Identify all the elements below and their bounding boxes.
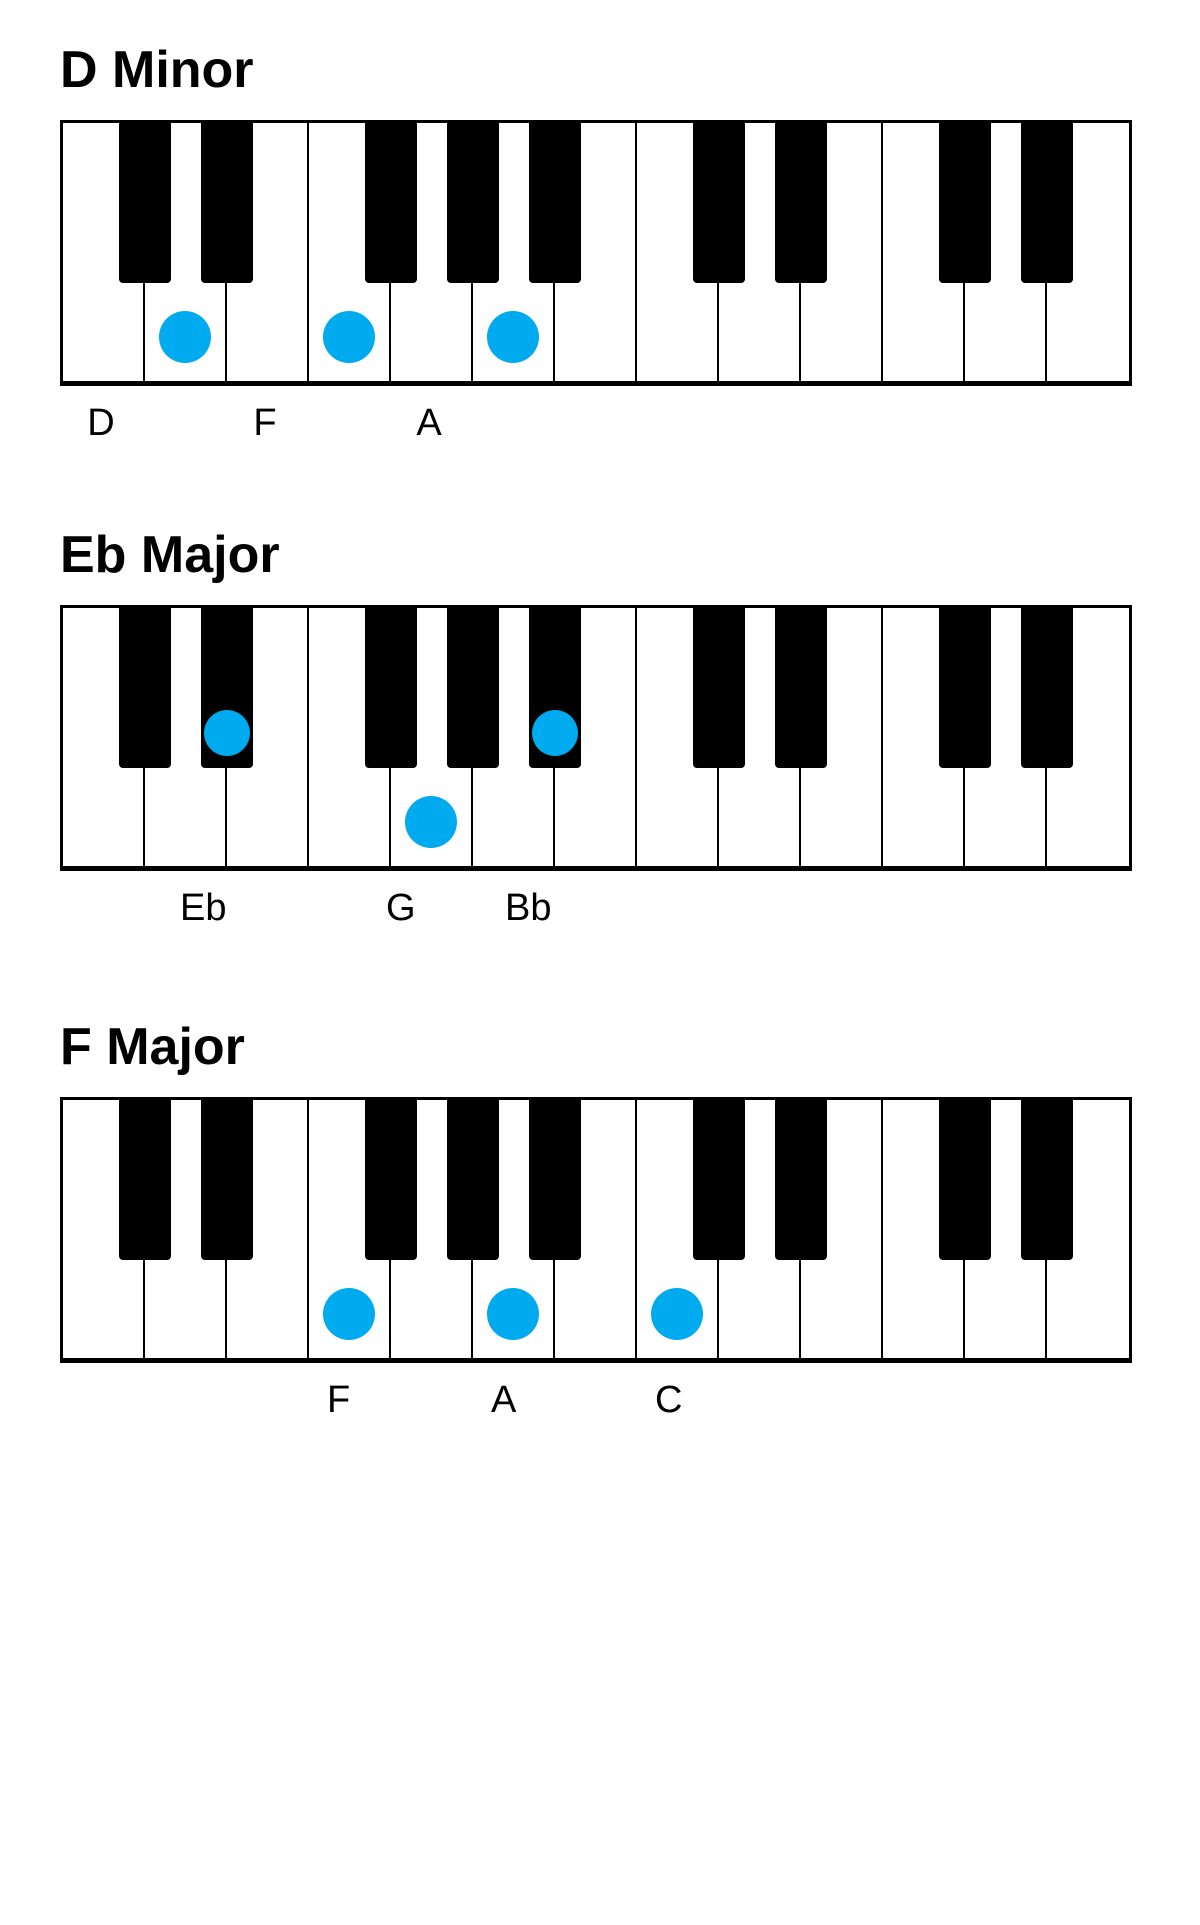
chord-section-f-major: F Major	[60, 1017, 1140, 1429]
chord-section-eb-major: Eb Major	[60, 525, 1140, 937]
chord-title-d-minor: D Minor	[60, 40, 1140, 100]
note-label-f2: F	[327, 1379, 350, 1422]
note-label-g: G	[386, 887, 416, 930]
note-label-a: A	[388, 402, 470, 445]
chord-title-eb-major: Eb Major	[60, 525, 1140, 585]
chord-title-f-major: F Major	[60, 1017, 1140, 1077]
note-label-a2: A	[491, 1379, 516, 1422]
chord-section-d-minor: D Minor	[60, 40, 1140, 445]
note-label-bb: Bb	[505, 887, 551, 930]
note-label-d: D	[60, 402, 142, 445]
note-label-eb: Eb	[180, 887, 226, 930]
note-label-c: C	[655, 1379, 682, 1422]
note-label-f: F	[224, 402, 306, 445]
